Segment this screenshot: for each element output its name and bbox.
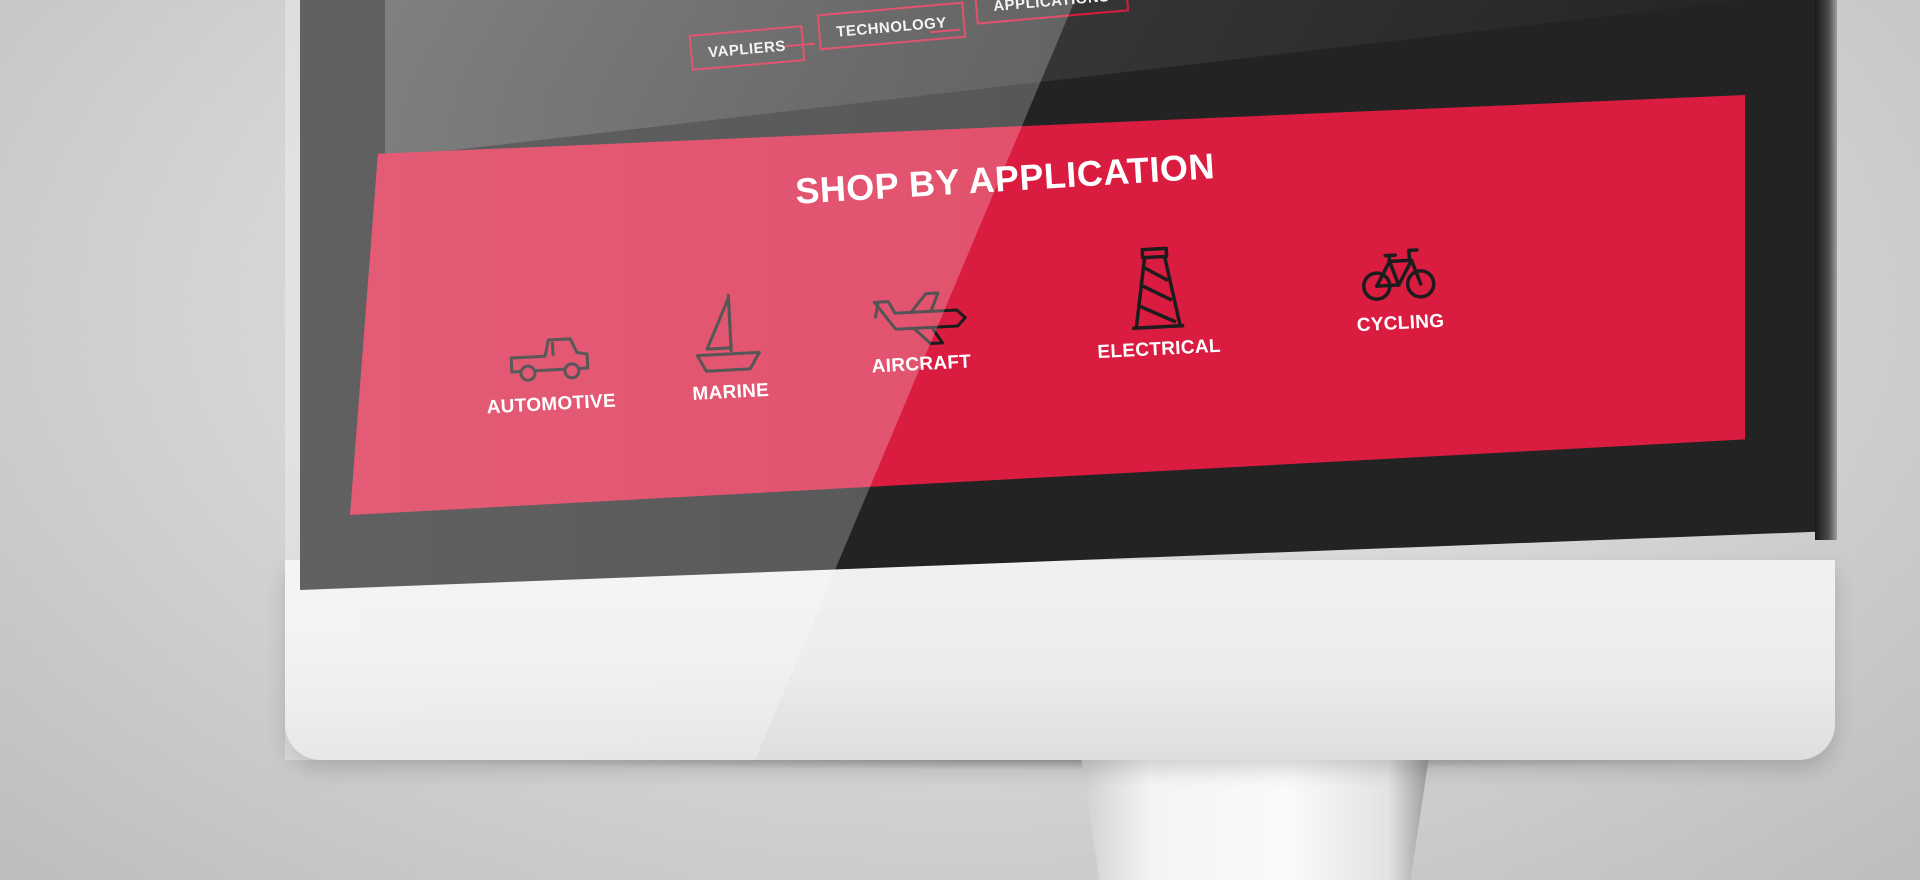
application-cycling[interactable]: CYCLING bbox=[1353, 243, 1445, 337]
bicycle-icon bbox=[1361, 248, 1436, 301]
sailboat-icon bbox=[696, 293, 762, 373]
application-label: MARINE bbox=[691, 379, 770, 405]
airplane-icon bbox=[872, 291, 967, 345]
monitor-chin bbox=[285, 560, 1835, 760]
power-tower-icon bbox=[1131, 246, 1184, 331]
imac-monitor: VAPLIERS TECHNOLOGY APPLICATIONS SHOP BY… bbox=[0, 0, 1920, 880]
application-aircraft[interactable]: AIRCRAFT bbox=[868, 287, 972, 378]
application-automotive[interactable]: AUTOMOTIVE bbox=[483, 327, 617, 420]
application-electrical[interactable]: ELECTRICAL bbox=[1092, 242, 1221, 364]
truck-icon bbox=[509, 337, 589, 382]
application-marine[interactable]: MARINE bbox=[687, 288, 770, 406]
monitor-side-edge bbox=[1815, 0, 1837, 540]
application-label: CYCLING bbox=[1356, 310, 1445, 337]
